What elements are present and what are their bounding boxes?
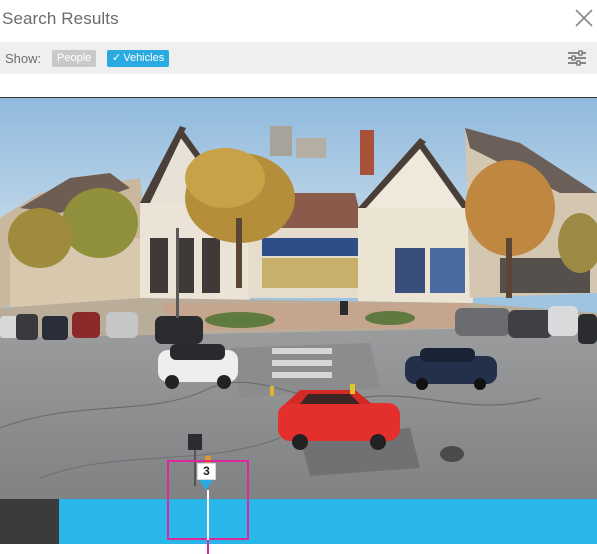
vehicles-filter-label: Vehicles <box>123 52 165 64</box>
page-title: Search Results <box>2 9 119 28</box>
playhead[interactable] <box>207 490 209 540</box>
street-scene-image <box>0 98 597 499</box>
marker-pointer-icon <box>199 480 213 490</box>
camera-view[interactable] <box>0 97 597 499</box>
search-results-header: Search Results <box>0 0 597 40</box>
close-icon[interactable] <box>573 7 595 29</box>
timeline-bar[interactable] <box>0 499 597 544</box>
show-label: Show: <box>5 51 42 66</box>
detection-count-badge[interactable]: 3 <box>197 463 216 480</box>
checkmark-icon: ✓ <box>112 52 122 64</box>
timeline-thumbnail[interactable] <box>0 499 59 544</box>
people-filter-label: People <box>57 52 92 64</box>
vehicles-filter-chip[interactable]: ✓ Vehicles <box>107 50 170 67</box>
scrub-indicator <box>207 540 209 554</box>
filter-bar: Show: People ✓ Vehicles <box>0 42 597 74</box>
sliders-icon[interactable] <box>567 49 587 67</box>
people-filter-chip[interactable]: People <box>52 50 97 67</box>
